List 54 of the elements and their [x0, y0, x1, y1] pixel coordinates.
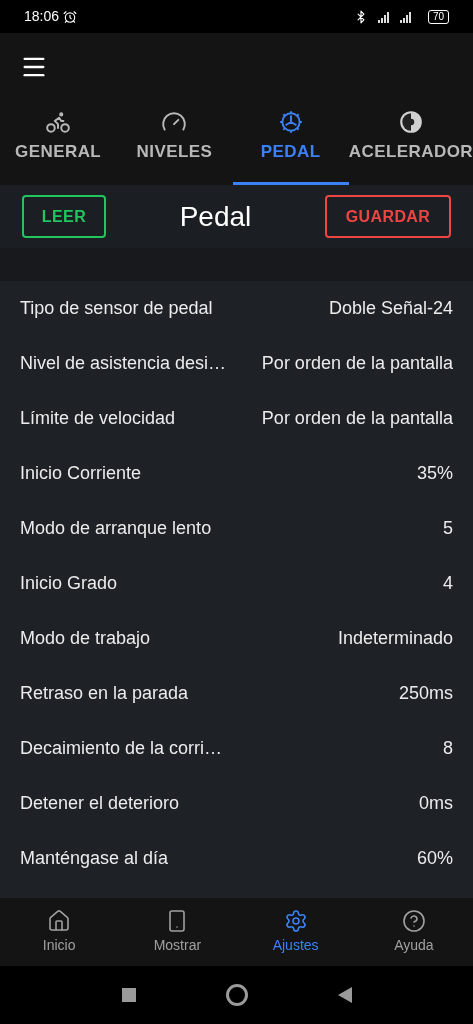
- setting-value: 0ms: [419, 792, 453, 815]
- setting-row[interactable]: Decaimiento de la corri… 8: [0, 721, 473, 776]
- sprocket-icon: [277, 108, 304, 135]
- setting-label: Tipo de sensor de pedal: [20, 297, 213, 320]
- setting-value: 60%: [416, 847, 453, 870]
- setting-label: Decaimiento de la corri…: [20, 737, 223, 760]
- setting-row[interactable]: Manténgase al día 60%: [0, 831, 473, 886]
- home-icon: [47, 908, 72, 933]
- setting-row[interactable]: Detener el deterioro 0ms: [0, 776, 473, 831]
- setting-row[interactable]: Retraso en la parada 250ms: [0, 666, 473, 721]
- setting-label: Manténgase al día: [20, 847, 169, 870]
- nav-item[interactable]: Inicio: [0, 898, 119, 966]
- battery-indicator: 70: [427, 9, 449, 24]
- alarm-icon: [63, 9, 78, 24]
- setting-value: 4: [443, 572, 453, 595]
- setting-value: Por orden de la pantalla: [261, 407, 453, 430]
- setting-label: Inicio Grado: [20, 572, 118, 595]
- setting-label: Detener el deterioro: [20, 792, 180, 815]
- setting-value: 8: [443, 737, 453, 760]
- setting-label: Inicio Corriente: [20, 462, 142, 485]
- read-button[interactable]: LEER: [22, 195, 106, 238]
- save-button[interactable]: GUARDAR: [325, 195, 451, 238]
- nav-item[interactable]: Ajustes: [236, 898, 355, 966]
- setting-value: Doble Señal-24: [328, 297, 453, 320]
- setting-value: Indeterminado: [337, 627, 453, 650]
- setting-row[interactable]: Inicio Corriente 35%: [0, 446, 473, 501]
- setting-label: Límite de velocidad: [20, 407, 176, 430]
- back-button[interactable]: [337, 987, 352, 1003]
- setting-row[interactable]: Nivel de asistencia desi… Por orden de la pantalla: [0, 336, 473, 391]
- setting-row[interactable]: Modo de arranque lento 5: [0, 501, 473, 556]
- settings-icon: [283, 908, 308, 933]
- setting-value: Por orden de la pantalla: [261, 352, 453, 375]
- setting-label: Modo de arranque lento: [20, 517, 212, 540]
- help-icon: [401, 908, 426, 933]
- page-title: Pedal: [179, 199, 252, 234]
- setting-row[interactable]: Tipo de sensor de pedal Doble Señal-24: [0, 281, 473, 336]
- setting-row[interactable]: Límite de velocidad Por orden de la pantalla: [0, 391, 473, 446]
- setting-value: 250ms: [398, 682, 453, 705]
- half-circle-icon: [397, 108, 424, 135]
- setting-label: Nivel de asistencia desi…: [20, 352, 227, 375]
- nav-item[interactable]: Ayuda: [354, 898, 473, 966]
- setting-label: Modo de trabajo: [20, 627, 151, 650]
- tab[interactable]: ACELERADOR: [348, 100, 473, 185]
- clock-time: 18:06: [24, 7, 60, 26]
- setting-row[interactable]: Inicio Grado 4: [0, 556, 473, 611]
- home-button[interactable]: [225, 984, 248, 1006]
- setting-value: 5: [443, 517, 453, 540]
- tab[interactable]: GENERAL: [0, 100, 117, 185]
- setting-row[interactable]: Modo de trabajo Indeterminado: [0, 611, 473, 666]
- setting-label: Retraso en la parada: [20, 682, 189, 705]
- recents-button[interactable]: [121, 988, 136, 1002]
- setting-value: 35%: [416, 462, 453, 485]
- tab[interactable]: NIVELES: [116, 100, 233, 185]
- nav-item[interactable]: Mostrar: [118, 898, 237, 966]
